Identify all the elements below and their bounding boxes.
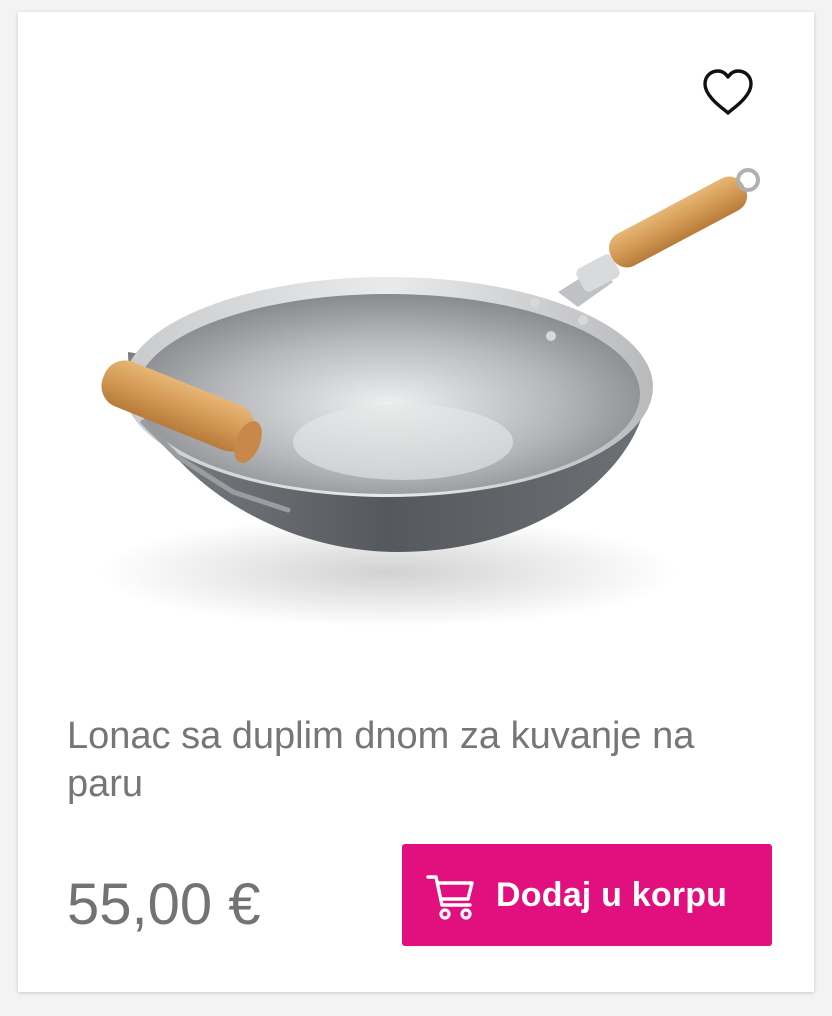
add-to-cart-button[interactable]: Dodaj u korpu — [402, 844, 772, 946]
add-to-cart-label: Dodaj u korpu — [496, 875, 728, 914]
wok-image — [98, 168, 760, 627]
favorite-button[interactable] — [700, 68, 756, 118]
heart-outline-icon — [703, 69, 753, 115]
product-title[interactable]: Lonac sa duplim dnom za kuvanje na paru — [67, 712, 707, 808]
product-price: 55,00 € — [67, 872, 261, 937]
shopping-cart-icon — [426, 875, 474, 920]
product-image[interactable] — [58, 142, 778, 662]
product-card: Lonac sa duplim dnom za kuvanje na paru … — [18, 12, 814, 992]
